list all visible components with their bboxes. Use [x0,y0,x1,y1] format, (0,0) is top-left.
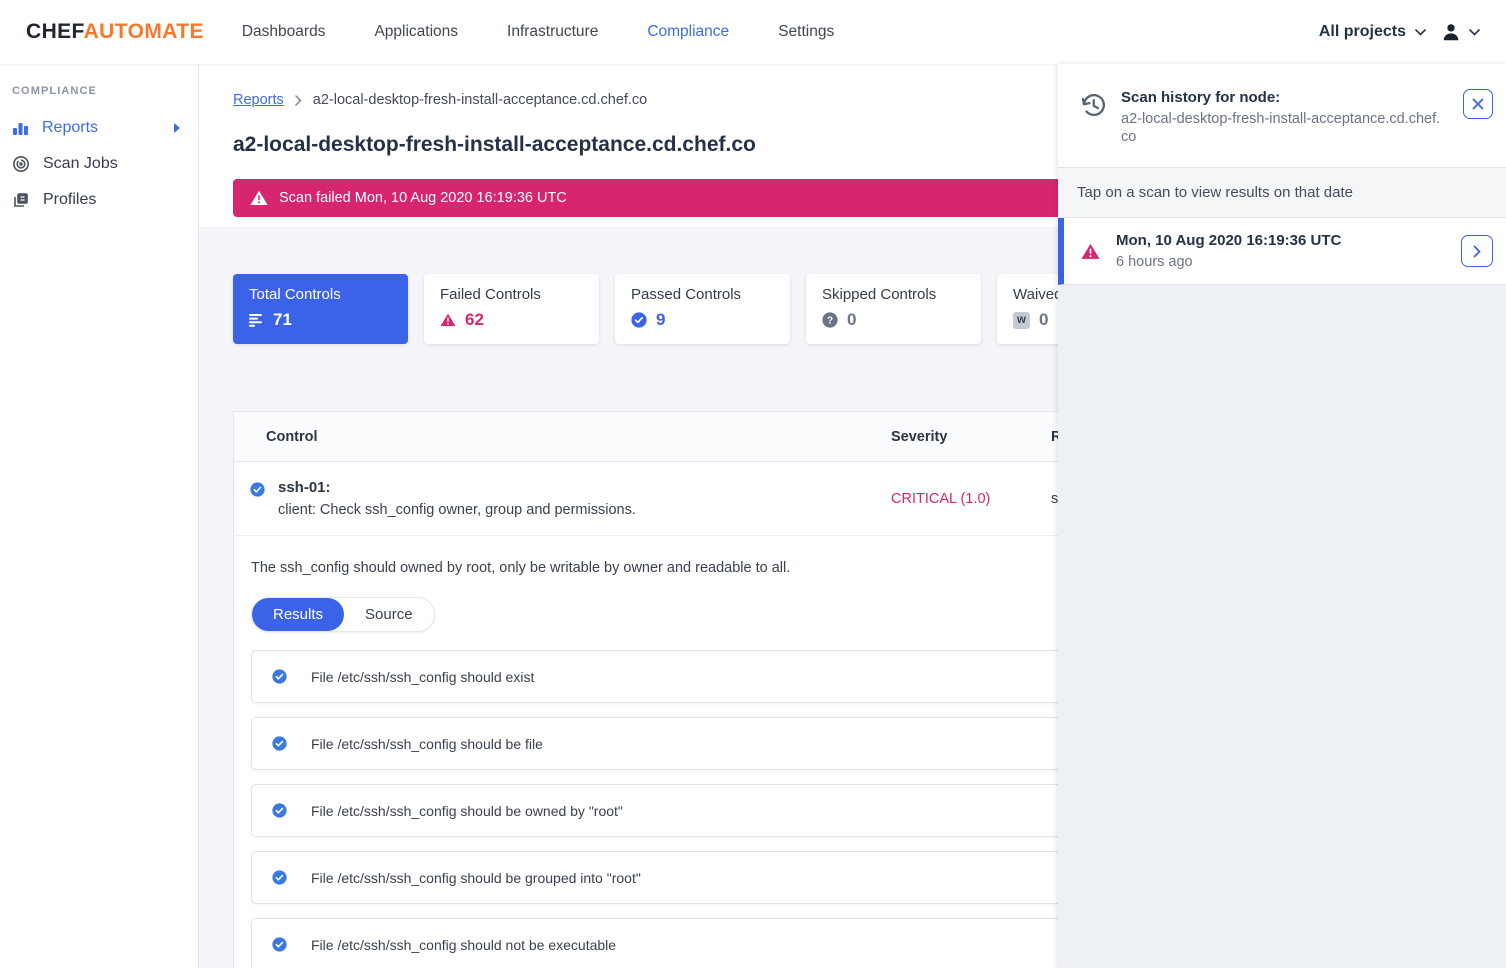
card-label: Skipped Controls [822,286,965,303]
sidebar-item-scan-jobs[interactable]: Scan Jobs [0,146,198,182]
list-icon [249,314,264,327]
column-control: Control [234,429,891,445]
scan-history-title: Scan history for node: [1121,89,1443,106]
nav-settings[interactable]: Settings [778,23,834,41]
card-label: Failed Controls [440,286,583,303]
result-text: File /etc/ssh/ssh_config should be owned… [311,803,623,819]
scan-date: Mon, 10 Aug 2020 16:19:36 UTC [1116,232,1341,249]
chevron-right-icon [295,95,302,106]
logo-chef: CHEF [26,20,84,43]
open-scan-button[interactable] [1461,235,1493,267]
scanner-icon [12,155,30,173]
card-value: 0 [1039,310,1048,330]
column-severity: Severity [891,429,1051,445]
expand-arrow-icon [174,123,180,133]
check-circle-icon [272,669,287,684]
breadcrumb-reports-link[interactable]: Reports [233,92,284,108]
banner-text: Scan failed Mon, 10 Aug 2020 16:19:36 UT… [279,190,567,206]
sidebar-section-label: COMPLIANCE [12,85,198,97]
tab-source[interactable]: Source [344,598,434,631]
chevron-down-icon [1415,29,1426,36]
nav-applications[interactable]: Applications [374,23,458,41]
result-text: File /etc/ssh/ssh_config should exist [311,669,534,685]
card-label: Passed Controls [631,286,774,303]
hint-text: Tap on a scan to view results on that da… [1077,184,1353,201]
result-text: File /etc/ssh/ssh_config should be group… [311,870,641,886]
breadcrumb-current: a2-local-desktop-fresh-install-acceptanc… [313,92,647,108]
check-circle-icon [272,736,287,751]
top-nav-right: All projects [1319,21,1480,43]
compliance-sidebar: COMPLIANCE Reports Scan Jobs Profiles [0,64,199,968]
main-nav: Dashboards Applications Infrastructure C… [242,23,834,41]
scan-relative-time: 6 hours ago [1116,254,1341,270]
warning-triangle-icon [250,190,268,206]
check-circle-icon [272,803,287,818]
close-icon [1472,98,1484,110]
card-total-controls[interactable]: Total Controls 71 [233,274,408,344]
nav-infrastructure[interactable]: Infrastructure [507,23,598,41]
projects-filter-label: All projects [1319,23,1406,41]
control-severity: CRITICAL (1.0) [891,491,1051,507]
svg-text:?: ? [827,316,833,327]
detail-tabs: Results Source [251,597,435,632]
profiles-icon [12,191,30,209]
user-menu[interactable] [1440,21,1480,43]
card-passed-controls[interactable]: Passed Controls 9 [615,274,790,344]
check-circle-icon [272,870,287,885]
sidebar-item-profiles[interactable]: Profiles [0,182,198,218]
card-label: Total Controls [249,286,392,303]
sidebar-item-label: Profiles [43,191,186,209]
card-skipped-controls[interactable]: Skipped Controls ? 0 [806,274,981,344]
projects-filter-dropdown[interactable]: All projects [1319,23,1426,41]
nav-compliance[interactable]: Compliance [647,23,729,41]
control-description: client: Check ssh_config owner, group an… [278,502,636,518]
chef-automate-logo[interactable]: CHEFAUTOMATE [26,20,204,44]
bar-chart-icon [12,120,29,136]
check-circle-icon [250,482,265,497]
card-value: 71 [273,310,292,330]
sidebar-item-label: Scan Jobs [43,155,186,173]
control-id: ssh-01: [278,479,636,496]
scan-history-node: a2-local-desktop-fresh-install-acceptanc… [1121,110,1443,146]
close-panel-button[interactable] [1463,89,1493,119]
scan-history-entry[interactable]: Mon, 10 Aug 2020 16:19:36 UTC 6 hours ag… [1058,218,1506,285]
chevron-right-icon [1473,245,1481,258]
history-icon [1079,91,1108,146]
scan-history-hint: Tap on a scan to view results on that da… [1058,168,1506,218]
card-value: 62 [465,310,484,330]
card-value: 0 [847,310,856,330]
scan-history-header: Scan history for node: a2-local-desktop-… [1058,64,1506,168]
check-circle-icon [631,312,647,328]
nav-dashboards[interactable]: Dashboards [242,23,326,41]
logo-automate: AUTOMATE [84,20,204,43]
chevron-down-icon [1469,29,1480,36]
card-value: 9 [656,310,665,330]
card-failed-controls[interactable]: Failed Controls 62 [424,274,599,344]
result-text: File /etc/ssh/ssh_config should not be e… [311,937,616,953]
user-icon [1440,21,1462,43]
scan-history-panel: Scan history for node: a2-local-desktop-… [1058,64,1506,968]
top-nav: CHEFAUTOMATE Dashboards Applications Inf… [0,0,1506,64]
sidebar-item-reports[interactable]: Reports [0,110,198,146]
sidebar-item-label: Reports [42,119,161,137]
warning-triangle-icon [440,313,456,327]
check-circle-icon [272,937,287,952]
result-text: File /etc/ssh/ssh_config should be file [311,736,543,752]
warning-triangle-icon [1081,243,1100,260]
question-circle-icon: ? [822,312,838,328]
tab-results[interactable]: Results [252,598,344,631]
waived-badge-icon: w [1013,312,1030,329]
